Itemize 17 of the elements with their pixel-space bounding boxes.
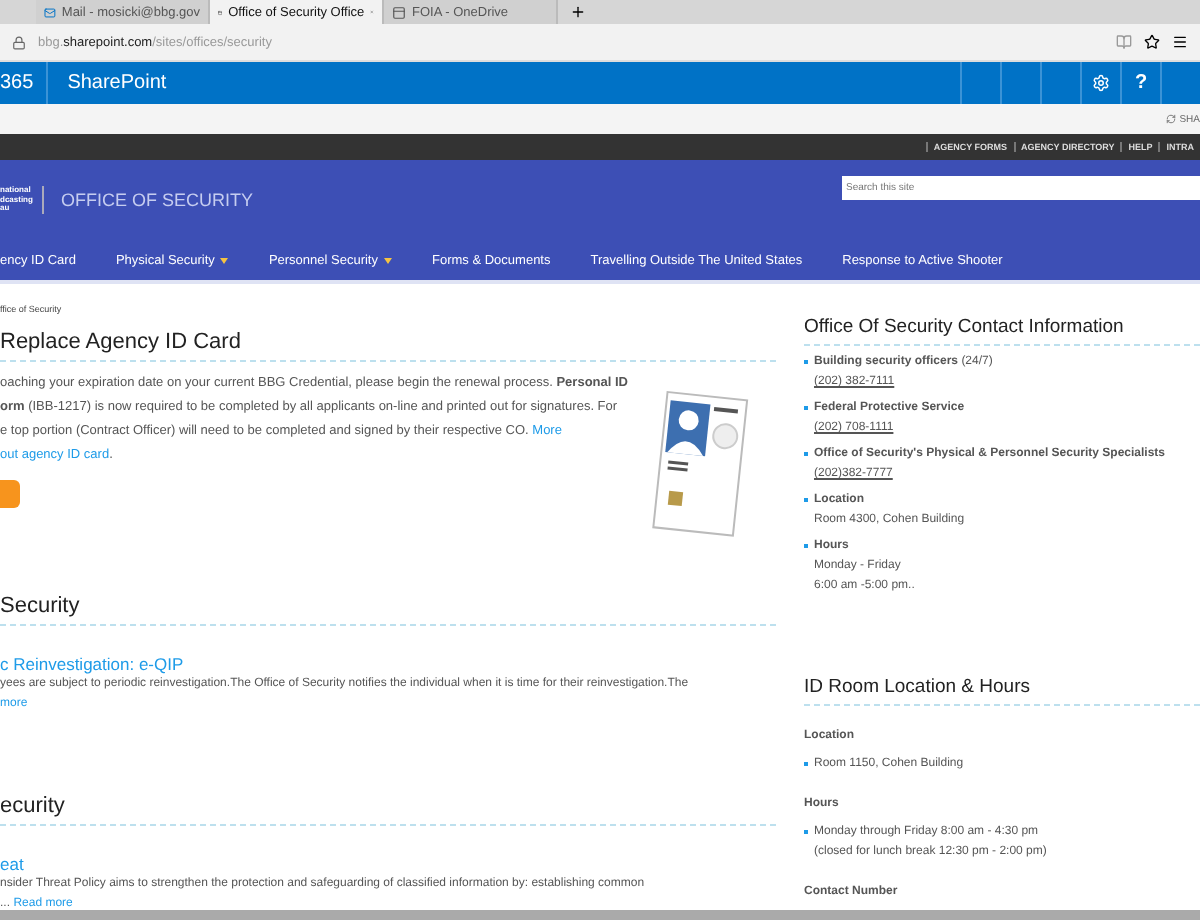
share-icon (1165, 114, 1176, 124)
panel-heading: ID Room Location & Hours (804, 596, 1200, 706)
star-icon[interactable] (1144, 34, 1160, 50)
menu-icon[interactable] (1172, 34, 1188, 50)
renew-button[interactable] (0, 480, 20, 508)
app-name: SharePoint (65, 72, 169, 94)
section-heading: ecurity (0, 714, 776, 826)
lock-icon (12, 35, 26, 49)
page-icon (392, 5, 406, 19)
settings-icon (1092, 74, 1110, 92)
reading-view-icon[interactable] (1116, 34, 1132, 50)
section-heading: Replace Agency ID Card (0, 314, 776, 362)
site-title: OFFICE OF SECURITY (60, 190, 255, 210)
new-tab-icon[interactable] (570, 4, 586, 20)
panel-heading: Office Of Security Contact Information (804, 284, 1200, 346)
mail-icon (44, 5, 56, 19)
section-heading: Security (0, 542, 776, 626)
